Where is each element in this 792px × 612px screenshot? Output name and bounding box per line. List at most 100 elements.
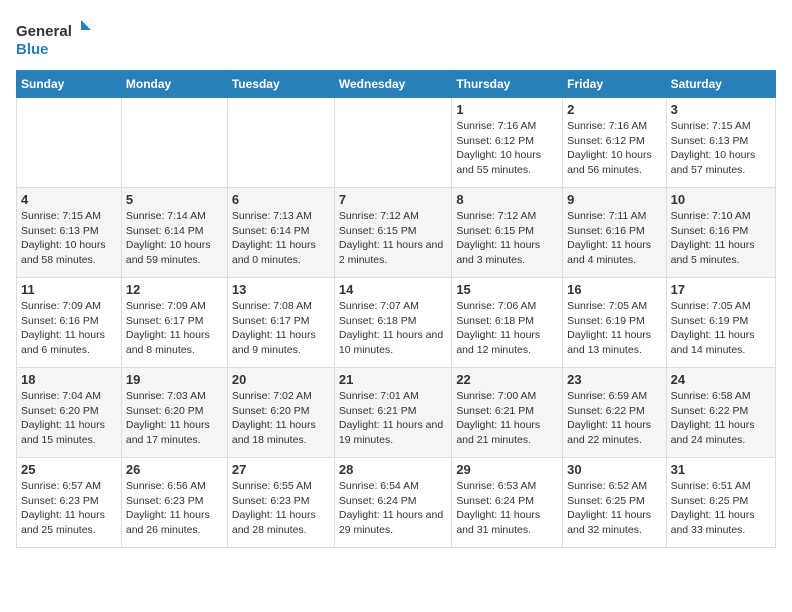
weekday-header: Thursday bbox=[452, 71, 563, 98]
calendar-cell: 18Sunrise: 7:04 AM Sunset: 6:20 PM Dayli… bbox=[17, 368, 122, 458]
calendar-week-row: 25 Sunrise: 6:57 AM Sunset: 6:23 PM Dayli… bbox=[17, 458, 776, 548]
day-info: Sunrise: 6:59 AM Sunset: 6:22 PM Dayligh… bbox=[567, 389, 661, 448]
calendar-cell: 1Sunrise: 7:16 AM Sunset: 6:12 PM Daylig… bbox=[452, 98, 563, 188]
svg-text:General: General bbox=[16, 23, 72, 40]
day-info: Sunrise: 7:14 AM Sunset: 6:14 PM Dayligh… bbox=[126, 209, 223, 268]
calendar-cell: 3 Sunrise: 7:15 AM Sunset: 6:13 PM Daylig… bbox=[666, 98, 775, 188]
day-number: 2 bbox=[567, 102, 661, 117]
day-info: Sunrise: 7:15 AM Sunset: 6:13 PM Dayligh… bbox=[671, 119, 771, 178]
day-number: 12 bbox=[126, 282, 223, 297]
calendar-cell: 9Sunrise: 7:11 AM Sunset: 6:16 PM Daylig… bbox=[563, 188, 666, 278]
day-number: 29 bbox=[456, 462, 558, 477]
day-info: Sunrise: 7:01 AM Sunset: 6:21 PM Dayligh… bbox=[339, 389, 447, 448]
calendar-cell: 11Sunrise: 7:09 AM Sunset: 6:16 PM Dayli… bbox=[17, 278, 122, 368]
calendar-cell: 5 Sunrise: 7:14 AM Sunset: 6:14 PM Daylig… bbox=[121, 188, 227, 278]
day-number: 4 bbox=[21, 192, 117, 207]
day-number: 14 bbox=[339, 282, 447, 297]
day-number: 6 bbox=[232, 192, 330, 207]
calendar-cell: 12 Sunrise: 7:09 AM Sunset: 6:17 PM Dayli… bbox=[121, 278, 227, 368]
weekday-header: Friday bbox=[563, 71, 666, 98]
day-number: 25 bbox=[21, 462, 117, 477]
calendar-cell: 30 Sunrise: 6:52 AM Sunset: 6:25 PM Dayli… bbox=[563, 458, 666, 548]
calendar-table: SundayMondayTuesdayWednesdayThursdayFrid… bbox=[16, 70, 776, 548]
day-info: Sunrise: 7:10 AM Sunset: 6:16 PM Dayligh… bbox=[671, 209, 771, 268]
day-number: 3 bbox=[671, 102, 771, 117]
calendar-cell: 24Sunrise: 6:58 AM Sunset: 6:22 PM Dayli… bbox=[666, 368, 775, 458]
calendar-cell: 28Sunrise: 6:54 AM Sunset: 6:24 PM Dayli… bbox=[334, 458, 451, 548]
calendar-cell: 14 Sunrise: 7:07 AM Sunset: 6:18 PM Dayli… bbox=[334, 278, 451, 368]
day-info: Sunrise: 7:15 AM Sunset: 6:13 PM Dayligh… bbox=[21, 209, 117, 268]
day-info: Sunrise: 7:16 AM Sunset: 6:12 PM Dayligh… bbox=[567, 119, 661, 178]
day-number: 7 bbox=[339, 192, 447, 207]
weekday-header: Monday bbox=[121, 71, 227, 98]
day-number: 21 bbox=[339, 372, 447, 387]
calendar-cell: 17 Sunrise: 7:05 AM Sunset: 6:19 PM Dayli… bbox=[666, 278, 775, 368]
day-info: Sunrise: 7:02 AM Sunset: 6:20 PM Dayligh… bbox=[232, 389, 330, 448]
day-number: 30 bbox=[567, 462, 661, 477]
calendar-cell: 20 Sunrise: 7:02 AM Sunset: 6:20 PM Dayli… bbox=[227, 368, 334, 458]
day-info: Sunrise: 7:03 AM Sunset: 6:20 PM Dayligh… bbox=[126, 389, 223, 448]
calendar-header: SundayMondayTuesdayWednesdayThursdayFrid… bbox=[17, 71, 776, 98]
page-header: General Blue bbox=[16, 16, 776, 60]
day-info: Sunrise: 7:06 AM Sunset: 6:18 PM Dayligh… bbox=[456, 299, 558, 358]
day-info: Sunrise: 7:07 AM Sunset: 6:18 PM Dayligh… bbox=[339, 299, 447, 358]
day-info: Sunrise: 6:53 AM Sunset: 6:24 PM Dayligh… bbox=[456, 479, 558, 538]
day-info: Sunrise: 7:05 AM Sunset: 6:19 PM Dayligh… bbox=[671, 299, 771, 358]
calendar-cell: 21 Sunrise: 7:01 AM Sunset: 6:21 PM Dayli… bbox=[334, 368, 451, 458]
day-number: 17 bbox=[671, 282, 771, 297]
day-info: Sunrise: 7:16 AM Sunset: 6:12 PM Dayligh… bbox=[456, 119, 558, 178]
day-info: Sunrise: 7:05 AM Sunset: 6:19 PM Dayligh… bbox=[567, 299, 661, 358]
calendar-cell: 22 Sunrise: 7:00 AM Sunset: 6:21 PM Dayli… bbox=[452, 368, 563, 458]
calendar-cell: 31 Sunrise: 6:51 AM Sunset: 6:25 PM Dayli… bbox=[666, 458, 775, 548]
weekday-header: Wednesday bbox=[334, 71, 451, 98]
day-info: Sunrise: 7:00 AM Sunset: 6:21 PM Dayligh… bbox=[456, 389, 558, 448]
day-info: Sunrise: 6:57 AM Sunset: 6:23 PM Dayligh… bbox=[21, 479, 117, 538]
day-info: Sunrise: 6:55 AM Sunset: 6:23 PM Dayligh… bbox=[232, 479, 330, 538]
day-info: Sunrise: 7:09 AM Sunset: 6:16 PM Dayligh… bbox=[21, 299, 117, 358]
svg-text:Blue: Blue bbox=[16, 41, 49, 58]
day-number: 20 bbox=[232, 372, 330, 387]
calendar-cell: 2 Sunrise: 7:16 AM Sunset: 6:12 PM Daylig… bbox=[563, 98, 666, 188]
day-number: 13 bbox=[232, 282, 330, 297]
calendar-cell: 8Sunrise: 7:12 AM Sunset: 6:15 PM Daylig… bbox=[452, 188, 563, 278]
calendar-cell bbox=[121, 98, 227, 188]
day-info: Sunrise: 7:13 AM Sunset: 6:14 PM Dayligh… bbox=[232, 209, 330, 268]
day-info: Sunrise: 6:52 AM Sunset: 6:25 PM Dayligh… bbox=[567, 479, 661, 538]
calendar-cell: 6 Sunrise: 7:13 AM Sunset: 6:14 PM Daylig… bbox=[227, 188, 334, 278]
calendar-cell: 15 Sunrise: 7:06 AM Sunset: 6:18 PM Dayli… bbox=[452, 278, 563, 368]
calendar-cell: 27Sunrise: 6:55 AM Sunset: 6:23 PM Dayli… bbox=[227, 458, 334, 548]
weekday-header: Saturday bbox=[666, 71, 775, 98]
day-number: 24 bbox=[671, 372, 771, 387]
day-info: Sunrise: 7:11 AM Sunset: 6:16 PM Dayligh… bbox=[567, 209, 661, 268]
day-number: 19 bbox=[126, 372, 223, 387]
calendar-week-row: 18Sunrise: 7:04 AM Sunset: 6:20 PM Dayli… bbox=[17, 368, 776, 458]
day-info: Sunrise: 6:56 AM Sunset: 6:23 PM Dayligh… bbox=[126, 479, 223, 538]
day-info: Sunrise: 7:12 AM Sunset: 6:15 PM Dayligh… bbox=[456, 209, 558, 268]
calendar-week-row: 11Sunrise: 7:09 AM Sunset: 6:16 PM Dayli… bbox=[17, 278, 776, 368]
calendar-cell bbox=[227, 98, 334, 188]
day-number: 15 bbox=[456, 282, 558, 297]
day-number: 10 bbox=[671, 192, 771, 207]
day-info: Sunrise: 6:51 AM Sunset: 6:25 PM Dayligh… bbox=[671, 479, 771, 538]
day-info: Sunrise: 6:54 AM Sunset: 6:24 PM Dayligh… bbox=[339, 479, 447, 538]
calendar-cell: 16Sunrise: 7:05 AM Sunset: 6:19 PM Dayli… bbox=[563, 278, 666, 368]
day-info: Sunrise: 7:12 AM Sunset: 6:15 PM Dayligh… bbox=[339, 209, 447, 268]
calendar-cell: 29 Sunrise: 6:53 AM Sunset: 6:24 PM Dayli… bbox=[452, 458, 563, 548]
day-number: 23 bbox=[567, 372, 661, 387]
calendar-cell: 19 Sunrise: 7:03 AM Sunset: 6:20 PM Dayli… bbox=[121, 368, 227, 458]
calendar-cell bbox=[334, 98, 451, 188]
calendar-week-row: 4 Sunrise: 7:15 AM Sunset: 6:13 PM Daylig… bbox=[17, 188, 776, 278]
day-info: Sunrise: 7:09 AM Sunset: 6:17 PM Dayligh… bbox=[126, 299, 223, 358]
day-number: 26 bbox=[126, 462, 223, 477]
day-number: 31 bbox=[671, 462, 771, 477]
calendar-cell: 25 Sunrise: 6:57 AM Sunset: 6:23 PM Dayli… bbox=[17, 458, 122, 548]
calendar-cell: 10 Sunrise: 7:10 AM Sunset: 6:16 PM Dayli… bbox=[666, 188, 775, 278]
calendar-cell bbox=[17, 98, 122, 188]
weekday-header: Tuesday bbox=[227, 71, 334, 98]
day-number: 22 bbox=[456, 372, 558, 387]
day-number: 5 bbox=[126, 192, 223, 207]
calendar-week-row: 1Sunrise: 7:16 AM Sunset: 6:12 PM Daylig… bbox=[17, 98, 776, 188]
logo: General Blue bbox=[16, 16, 96, 60]
day-info: Sunrise: 7:04 AM Sunset: 6:20 PM Dayligh… bbox=[21, 389, 117, 448]
logo-svg: General Blue bbox=[16, 16, 96, 60]
